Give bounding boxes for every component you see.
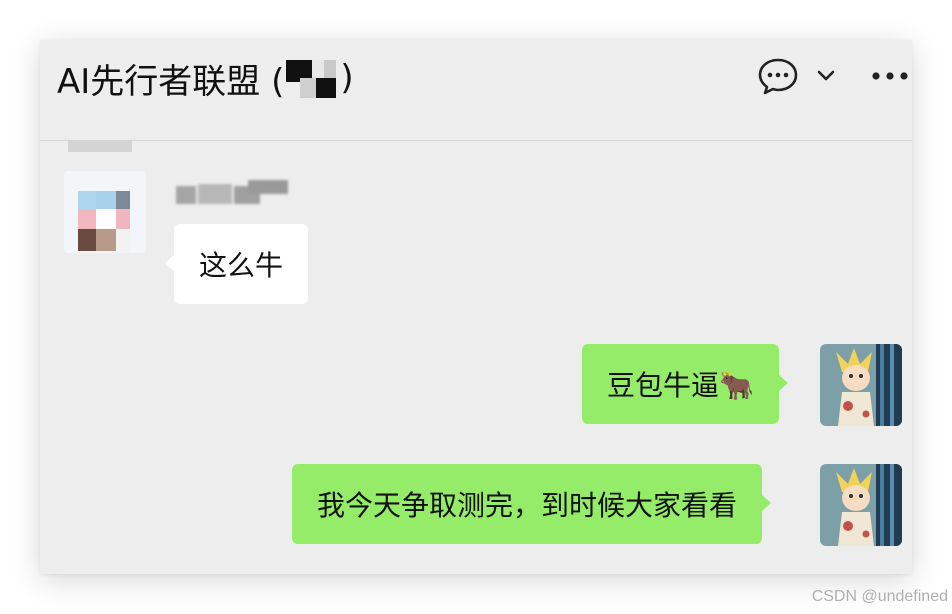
message-text: 我今天争取测完，到时候大家看看: [317, 489, 738, 522]
self-avatar[interactable]: [820, 464, 902, 546]
chat-header: AI先行者联盟 ( ): [40, 40, 912, 141]
message-bubble-incoming[interactable]: 这么牛: [164, 224, 309, 304]
title-mosaic-mask: [286, 56, 338, 100]
chat-title: AI先行者联盟 ( ): [57, 56, 354, 102]
message-text: 这么牛: [199, 249, 284, 282]
clipped-previous-message: [68, 140, 132, 152]
chat-title-suffix: ): [340, 58, 354, 98]
sender-name-masked: [176, 180, 290, 208]
message-bubble-outgoing[interactable]: 我今天争取测完，到时候大家看看: [292, 464, 772, 544]
sender-avatar[interactable]: [64, 171, 146, 253]
message-text: 豆包牛逼🐂: [607, 369, 754, 402]
chevron-down-icon[interactable]: [816, 64, 836, 88]
message-bubble-outgoing[interactable]: 豆包牛逼🐂: [582, 344, 788, 424]
chat-bubble-icon[interactable]: [756, 56, 800, 96]
chat-window: AI先行者联盟 ( ) 这么牛 豆包牛逼🐂 我今天争取测完，到时候大家看看: [40, 40, 912, 574]
chat-title-text: AI先行者联盟 (: [57, 61, 285, 102]
csdn-watermark: CSDN @undefined: [811, 588, 948, 605]
self-avatar[interactable]: [820, 344, 902, 426]
more-dots-icon[interactable]: [870, 64, 910, 88]
